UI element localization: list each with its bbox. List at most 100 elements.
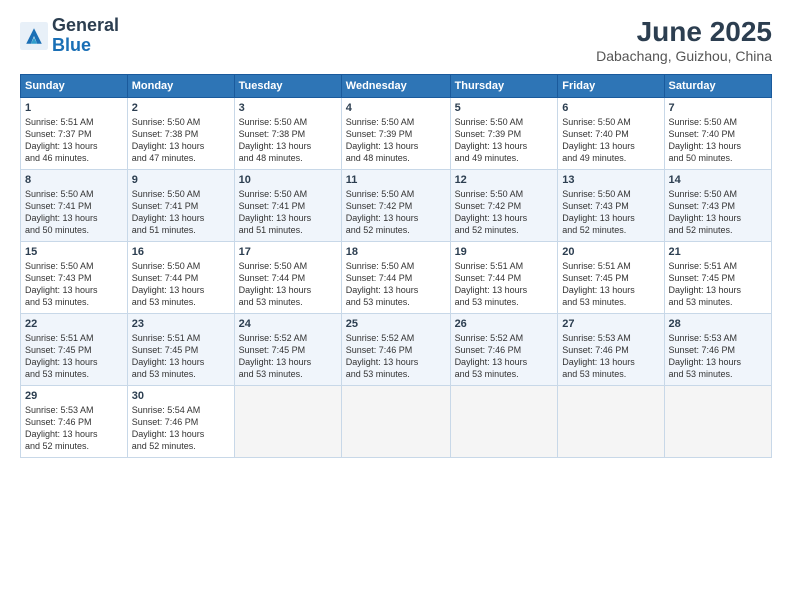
table-cell: 11 Sunrise: 5:50 AMSunset: 7:42 PMDayligh… [341, 170, 450, 242]
day-info: Sunrise: 5:50 AMSunset: 7:39 PMDaylight:… [346, 116, 446, 165]
day-number: 28 [669, 318, 767, 330]
table-cell: 8 Sunrise: 5:50 AMSunset: 7:41 PMDaylight… [21, 170, 128, 242]
day-info: Sunrise: 5:50 AMSunset: 7:43 PMDaylight:… [669, 188, 767, 237]
day-info: Sunrise: 5:51 AMSunset: 7:44 PMDaylight:… [455, 260, 554, 309]
day-info: Sunrise: 5:50 AMSunset: 7:43 PMDaylight:… [562, 188, 659, 237]
col-tuesday: Tuesday [234, 75, 341, 98]
day-info: Sunrise: 5:52 AMSunset: 7:46 PMDaylight:… [455, 332, 554, 381]
table-cell: 15 Sunrise: 5:50 AMSunset: 7:43 PMDayligh… [21, 242, 128, 314]
day-info: Sunrise: 5:52 AMSunset: 7:46 PMDaylight:… [346, 332, 446, 381]
day-number: 25 [346, 318, 446, 330]
table-cell: 25 Sunrise: 5:52 AMSunset: 7:46 PMDayligh… [341, 314, 450, 386]
logo-blue: Blue [52, 36, 119, 56]
day-info: Sunrise: 5:53 AMSunset: 7:46 PMDaylight:… [25, 404, 123, 453]
calendar-table: Sunday Monday Tuesday Wednesday Thursday… [20, 74, 772, 458]
logo: General Blue [20, 16, 119, 56]
day-number: 26 [455, 318, 554, 330]
table-cell: 22Sunrise: 5:51 AMSunset: 7:45 PMDayligh… [21, 314, 128, 386]
table-cell: 14 Sunrise: 5:50 AMSunset: 7:43 PMDayligh… [664, 170, 771, 242]
day-number: 20 [562, 246, 659, 258]
day-number: 14 [669, 174, 767, 186]
table-cell: 24Sunrise: 5:52 AMSunset: 7:45 PMDayligh… [234, 314, 341, 386]
day-number: 10 [239, 174, 337, 186]
day-number: 17 [239, 246, 337, 258]
table-cell: 26 Sunrise: 5:52 AMSunset: 7:46 PMDayligh… [450, 314, 558, 386]
table-cell: 20 Sunrise: 5:51 AMSunset: 7:45 PMDayligh… [558, 242, 664, 314]
table-cell [450, 386, 558, 458]
table-cell: 10 Sunrise: 5:50 AMSunset: 7:41 PMDayligh… [234, 170, 341, 242]
day-number: 13 [562, 174, 659, 186]
table-cell: 3 Sunrise: 5:50 AMSunset: 7:38 PMDaylight… [234, 98, 341, 170]
day-number: 7 [669, 102, 767, 114]
day-number: 8 [25, 174, 123, 186]
table-cell: 23Sunrise: 5:51 AMSunset: 7:45 PMDayligh… [127, 314, 234, 386]
day-number: 19 [455, 246, 554, 258]
day-info: Sunrise: 5:51 AMSunset: 7:45 PMDaylight:… [562, 260, 659, 309]
week-row-4: 22Sunrise: 5:51 AMSunset: 7:45 PMDayligh… [21, 314, 772, 386]
day-info: Sunrise: 5:54 AMSunset: 7:46 PMDaylight:… [132, 404, 230, 453]
day-info: Sunrise: 5:51 AMSunset: 7:45 PMDaylight:… [132, 332, 230, 381]
day-number: 21 [669, 246, 767, 258]
day-number: 27 [562, 318, 659, 330]
day-number: 3 [239, 102, 337, 114]
table-cell: 29Sunrise: 5:53 AMSunset: 7:46 PMDayligh… [21, 386, 128, 458]
day-info: Sunrise: 5:53 AMSunset: 7:46 PMDaylight:… [669, 332, 767, 381]
table-cell: 19 Sunrise: 5:51 AMSunset: 7:44 PMDayligh… [450, 242, 558, 314]
day-info: Sunrise: 5:52 AMSunset: 7:45 PMDaylight:… [239, 332, 337, 381]
day-info: Sunrise: 5:50 AMSunset: 7:41 PMDaylight:… [239, 188, 337, 237]
day-number: 9 [132, 174, 230, 186]
table-cell: 1Sunrise: 5:51 AMSunset: 7:37 PMDaylight… [21, 98, 128, 170]
table-cell [234, 386, 341, 458]
table-cell: 13 Sunrise: 5:50 AMSunset: 7:43 PMDayligh… [558, 170, 664, 242]
page: General Blue June 2025 Dabachang, Guizho… [0, 0, 792, 612]
table-cell: 7 Sunrise: 5:50 AMSunset: 7:40 PMDaylight… [664, 98, 771, 170]
day-info: Sunrise: 5:50 AMSunset: 7:42 PMDaylight:… [346, 188, 446, 237]
table-cell: 28 Sunrise: 5:53 AMSunset: 7:46 PMDayligh… [664, 314, 771, 386]
day-number: 11 [346, 174, 446, 186]
table-cell [341, 386, 450, 458]
calendar-body: 1Sunrise: 5:51 AMSunset: 7:37 PMDaylight… [21, 98, 772, 458]
col-sunday: Sunday [21, 75, 128, 98]
table-cell: 27 Sunrise: 5:53 AMSunset: 7:46 PMDayligh… [558, 314, 664, 386]
location-title: Dabachang, Guizhou, China [596, 48, 772, 64]
day-info: Sunrise: 5:50 AMSunset: 7:38 PMDaylight:… [239, 116, 337, 165]
day-info: Sunrise: 5:51 AMSunset: 7:45 PMDaylight:… [669, 260, 767, 309]
day-info: Sunrise: 5:50 AMSunset: 7:44 PMDaylight:… [132, 260, 230, 309]
title-section: June 2025 Dabachang, Guizhou, China [596, 16, 772, 64]
day-number: 4 [346, 102, 446, 114]
day-number: 15 [25, 246, 123, 258]
month-title: June 2025 [596, 16, 772, 48]
day-info: Sunrise: 5:50 AMSunset: 7:40 PMDaylight:… [562, 116, 659, 165]
week-row-1: 1Sunrise: 5:51 AMSunset: 7:37 PMDaylight… [21, 98, 772, 170]
day-info: Sunrise: 5:53 AMSunset: 7:46 PMDaylight:… [562, 332, 659, 381]
day-info: Sunrise: 5:50 AMSunset: 7:43 PMDaylight:… [25, 260, 123, 309]
day-info: Sunrise: 5:50 AMSunset: 7:42 PMDaylight:… [455, 188, 554, 237]
day-info: Sunrise: 5:50 AMSunset: 7:44 PMDaylight:… [239, 260, 337, 309]
day-info: Sunrise: 5:50 AMSunset: 7:39 PMDaylight:… [455, 116, 554, 165]
logo-general: General [52, 16, 119, 36]
day-number: 16 [132, 246, 230, 258]
table-cell: 16 Sunrise: 5:50 AMSunset: 7:44 PMDayligh… [127, 242, 234, 314]
table-cell [664, 386, 771, 458]
col-wednesday: Wednesday [341, 75, 450, 98]
col-saturday: Saturday [664, 75, 771, 98]
week-row-2: 8 Sunrise: 5:50 AMSunset: 7:41 PMDaylight… [21, 170, 772, 242]
day-info: Sunrise: 5:50 AMSunset: 7:41 PMDaylight:… [132, 188, 230, 237]
table-cell: 2 Sunrise: 5:50 AMSunset: 7:38 PMDaylight… [127, 98, 234, 170]
day-number: 2 [132, 102, 230, 114]
table-cell: 18Sunrise: 5:50 AMSunset: 7:44 PMDayligh… [341, 242, 450, 314]
day-number: 18 [346, 246, 446, 258]
week-row-3: 15 Sunrise: 5:50 AMSunset: 7:43 PMDayligh… [21, 242, 772, 314]
header: General Blue June 2025 Dabachang, Guizho… [20, 16, 772, 64]
day-info: Sunrise: 5:50 AMSunset: 7:38 PMDaylight:… [132, 116, 230, 165]
col-friday: Friday [558, 75, 664, 98]
day-info: Sunrise: 5:50 AMSunset: 7:40 PMDaylight:… [669, 116, 767, 165]
day-info: Sunrise: 5:50 AMSunset: 7:41 PMDaylight:… [25, 188, 123, 237]
day-info: Sunrise: 5:51 AMSunset: 7:37 PMDaylight:… [25, 116, 123, 165]
day-info: Sunrise: 5:51 AMSunset: 7:45 PMDaylight:… [25, 332, 123, 381]
week-row-5: 29Sunrise: 5:53 AMSunset: 7:46 PMDayligh… [21, 386, 772, 458]
table-cell: 30Sunrise: 5:54 AMSunset: 7:46 PMDayligh… [127, 386, 234, 458]
table-cell: 9 Sunrise: 5:50 AMSunset: 7:41 PMDaylight… [127, 170, 234, 242]
table-cell: 21 Sunrise: 5:51 AMSunset: 7:45 PMDayligh… [664, 242, 771, 314]
day-number: 6 [562, 102, 659, 114]
